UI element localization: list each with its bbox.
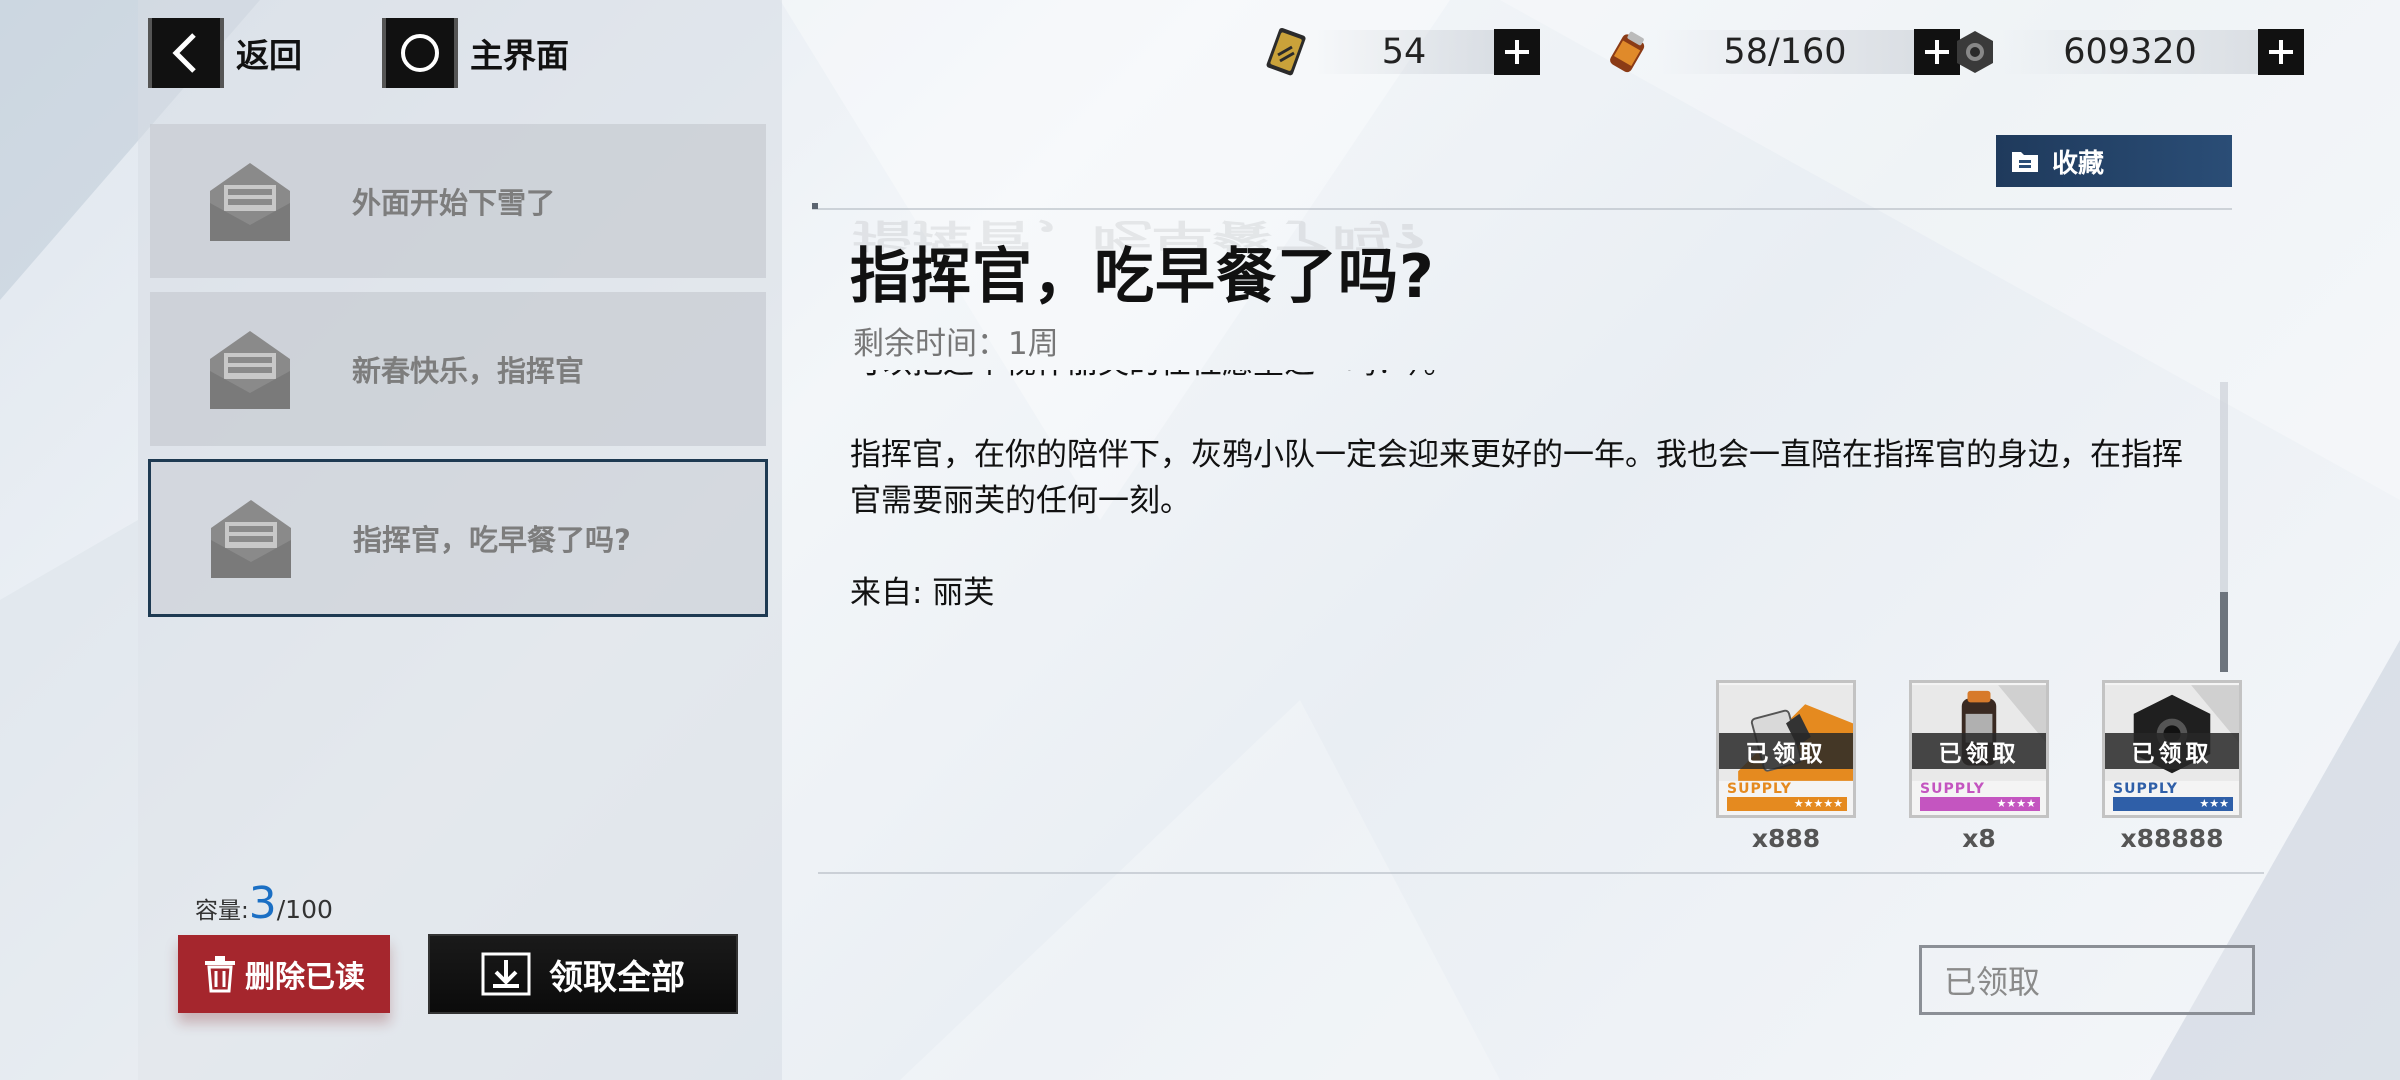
add-nut-button[interactable] [2258, 29, 2304, 75]
reward-item[interactable]: 已领取 SUPPLY ★★★★★ [1716, 680, 1856, 818]
back-label: 返回 [236, 36, 302, 75]
claimed-status: 已领取 [1912, 733, 2046, 769]
claimed-status: 已领取 [2105, 733, 2239, 769]
mail-title: 指挥官，吃早餐了吗? [353, 523, 631, 557]
download-icon [481, 952, 531, 996]
mail-body-paragraph: 指挥官，在你的陪伴下，灰鸦小队一定会迎来更好的一年。我也会一直陪在指挥官的身边，… [850, 437, 2183, 519]
reward-item[interactable]: 已领取 SUPPLY ★★★ [2102, 680, 2242, 818]
mail-sender: 来自: 丽芙 [850, 575, 995, 611]
supply-label: SUPPLY [1727, 781, 1792, 797]
capacity-current: 3 [248, 878, 277, 929]
home-button[interactable]: 主界面 [382, 18, 569, 88]
claimed-button-label: 已领取 [1944, 963, 2041, 1001]
resource-battery: 58/160 [1602, 24, 1960, 80]
mail-title: 新春快乐，指挥官 [352, 354, 585, 388]
claimed-status: 已领取 [1719, 733, 1853, 769]
divider [818, 872, 2264, 874]
mail-title: 外面开始下雪了 [352, 186, 556, 220]
claim-all-button[interactable]: 领取全部 [428, 934, 738, 1014]
supply-label: SUPPLY [1920, 781, 1985, 797]
add-card-button[interactable] [1494, 29, 1540, 75]
folder-icon [2012, 152, 2038, 172]
mail-heading: 指挥官，吃早餐了吗? [850, 242, 1435, 312]
divider [812, 208, 2232, 210]
rarity-stars: ★★★★★ [1727, 797, 1847, 811]
reward-quantity: x888 [1751, 824, 1821, 853]
mail-list-item[interactable]: 外面开始下雪了 [150, 124, 766, 278]
remaining-time: 剩余时间：1周 [853, 326, 1059, 362]
supply-label: SUPPLY [2113, 781, 2178, 797]
resource-battery-value: 58/160 [1723, 32, 1847, 72]
battery-cell-icon [1602, 25, 1656, 79]
capacity-label: 容量: [195, 898, 249, 924]
reward-quantity: x88888 [2120, 824, 2224, 853]
capacity-max: /100 [276, 895, 333, 924]
back-icon [148, 18, 224, 88]
delete-read-label: 删除已读 [245, 960, 365, 995]
mail-capacity: 容量: 3 /100 [195, 878, 333, 929]
rarity-stars: ★★★★ [1920, 797, 2040, 811]
favorite-button[interactable]: 收藏 [1996, 135, 2232, 187]
mail-list-item[interactable]: 新春快乐，指挥官 [150, 292, 766, 446]
favorite-label: 收藏 [2052, 148, 2105, 179]
divider-marker [812, 203, 818, 209]
envelope-open-icon [210, 331, 290, 409]
delete-read-button[interactable]: 删除已读 [178, 935, 390, 1013]
reward-quantity: x8 [1962, 824, 1996, 853]
mail-list-item-selected[interactable]: 指挥官，吃早餐了吗? [148, 459, 768, 617]
mail-body-scroll[interactable]: 可以把这个视作丽芙的任性愿望之一吗？）。 指挥官，在你的陪伴下，灰鸦小队一定会迎… [850, 370, 2210, 650]
home-label: 主界面 [470, 36, 569, 75]
envelope-open-icon [210, 163, 290, 241]
card-ticket-icon [1260, 25, 1314, 79]
mail-body-partial: 可以把这个视作丽芙的任性愿望之一吗？）。 [850, 370, 2210, 386]
rarity-stars: ★★★ [2113, 797, 2233, 811]
resource-card-value: 54 [1381, 32, 1427, 72]
claim-all-label: 领取全部 [549, 957, 685, 998]
resource-nut: 609320 [1948, 24, 2304, 80]
gear-nut-icon [1948, 25, 2002, 79]
resource-card: 54 [1260, 24, 1540, 80]
trash-icon [205, 956, 235, 993]
scrollbar-thumb[interactable] [2220, 592, 2228, 672]
resource-nut-value: 609320 [2063, 32, 2197, 72]
home-circle-icon [382, 18, 458, 88]
claimed-button[interactable]: 已领取 [1919, 945, 2255, 1015]
reward-item[interactable]: 已领取 SUPPLY ★★★★ [1909, 680, 2049, 818]
back-button[interactable]: 返回 [148, 18, 302, 88]
envelope-open-icon [211, 500, 291, 578]
